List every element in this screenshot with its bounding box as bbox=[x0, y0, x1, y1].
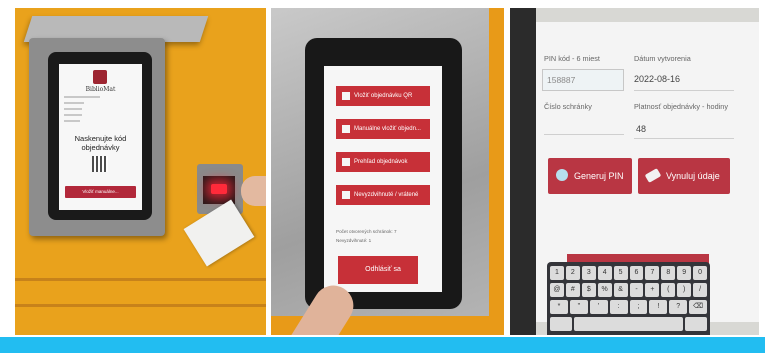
key[interactable]: 7 bbox=[645, 266, 660, 280]
generate-pin-button[interactable]: Generuj PIN bbox=[548, 158, 632, 194]
uncollected-note: Nevyzdvihnuté: 1 bbox=[336, 238, 372, 243]
key[interactable]: @ bbox=[550, 283, 564, 297]
key[interactable]: ; bbox=[629, 300, 648, 314]
order-overview-button[interactable]: Prehľad objednávok bbox=[336, 152, 430, 172]
caption-bar bbox=[0, 337, 765, 353]
fingerprint-icon bbox=[556, 169, 568, 181]
logout-button[interactable]: Odhlásiť sa bbox=[338, 256, 418, 284]
key[interactable]: - bbox=[629, 283, 644, 297]
kiosk-screen: BiblioMat Naskenujte kód objednávky Vlož… bbox=[59, 64, 142, 210]
key[interactable]: / bbox=[693, 283, 708, 297]
tablet-screen: Vložiť objednávku QR Manuálne vložiť obj… bbox=[324, 66, 442, 292]
tablet-edge bbox=[510, 8, 536, 335]
created-label: Dátum vytvorenia bbox=[634, 54, 691, 63]
locker-seam bbox=[15, 304, 266, 307]
qr-order-button[interactable]: Vložiť objednávku QR bbox=[336, 86, 430, 106]
photo-kiosk-scanner: BiblioMat Naskenujte kód objednávky Vlož… bbox=[15, 8, 266, 335]
key[interactable]: 2 bbox=[565, 266, 580, 280]
scanner-light bbox=[211, 184, 227, 194]
key[interactable]: 0 bbox=[693, 266, 708, 280]
order-slip bbox=[183, 199, 255, 267]
keyboard-row-punctuation: * " ' : ; ! ? ⌫ bbox=[550, 300, 707, 314]
created-value: 2022-08-16 bbox=[634, 74, 681, 84]
open-boxes-note: Počet otvorených schránok: 7 bbox=[336, 229, 397, 234]
reset-button[interactable]: Vynuluj údaje bbox=[638, 158, 730, 194]
box-number-label: Číslo schránky bbox=[544, 102, 592, 111]
key[interactable]: ! bbox=[649, 300, 668, 314]
field-underline bbox=[634, 138, 734, 139]
backspace-key[interactable]: ⌫ bbox=[689, 300, 707, 314]
info-lines bbox=[64, 96, 104, 126]
validity-label: Platnosť objednávky - hodiny bbox=[634, 102, 729, 111]
manual-entry-button[interactable]: Vložiť manuálne... bbox=[65, 186, 136, 198]
key[interactable]: $ bbox=[581, 283, 596, 297]
keyboard-row-symbols: @ # $ % & - + ( ) / bbox=[550, 283, 708, 297]
brand-name: BiblioMat bbox=[85, 86, 116, 93]
qr-code-icon bbox=[92, 156, 108, 172]
key[interactable] bbox=[550, 317, 572, 331]
key[interactable]: 8 bbox=[661, 266, 676, 280]
key[interactable]: 6 bbox=[629, 266, 644, 280]
key[interactable]: ? bbox=[669, 300, 688, 314]
pin-label: PIN kód - 6 miest bbox=[544, 54, 600, 63]
photo-kiosk-menu: Vložiť objednávku QR Manuálne vložiť obj… bbox=[271, 8, 504, 335]
manual-order-button[interactable]: Manuálne vložiť objedn... bbox=[336, 119, 430, 139]
pin-input[interactable]: 158887 bbox=[542, 69, 624, 91]
key[interactable]: 4 bbox=[597, 266, 612, 280]
key[interactable]: * bbox=[550, 300, 568, 314]
key[interactable] bbox=[685, 317, 707, 331]
locker-edge bbox=[489, 8, 504, 335]
field-underline bbox=[544, 134, 624, 135]
key[interactable]: ) bbox=[677, 283, 692, 297]
key[interactable]: " bbox=[569, 300, 588, 314]
on-screen-keyboard: 1 2 3 4 5 6 7 8 9 0 @ # $ % & - + ( ) / … bbox=[547, 262, 710, 335]
generate-pin-label: Generuj PIN bbox=[574, 171, 624, 181]
key[interactable]: 5 bbox=[613, 266, 628, 280]
key[interactable]: 1 bbox=[550, 266, 564, 280]
hand bbox=[241, 176, 266, 206]
keyboard-row-space bbox=[550, 317, 707, 331]
key[interactable]: 9 bbox=[677, 266, 692, 280]
key[interactable]: 3 bbox=[581, 266, 596, 280]
key[interactable]: # bbox=[565, 283, 580, 297]
key[interactable]: : bbox=[609, 300, 628, 314]
space-key[interactable] bbox=[573, 317, 684, 331]
key[interactable]: ( bbox=[661, 283, 676, 297]
bibliomat-logo bbox=[93, 70, 107, 84]
reset-label: Vynuluj údaje bbox=[666, 171, 720, 181]
key[interactable]: ' bbox=[589, 300, 608, 314]
key[interactable]: + bbox=[645, 283, 660, 297]
photo-kiosk-pin-form: PIN kód - 6 miest Dátum vytvorenia 15888… bbox=[510, 8, 759, 335]
key[interactable]: % bbox=[597, 283, 612, 297]
validity-value: 48 bbox=[636, 124, 647, 134]
keyboard-row-numbers: 1 2 3 4 5 6 7 8 9 0 bbox=[550, 266, 708, 280]
field-underline bbox=[634, 90, 734, 91]
uncollected-button[interactable]: Nevyzdvihnuté / vrátené bbox=[336, 185, 430, 205]
scan-prompt: Naskenujte kód objednávky bbox=[74, 134, 127, 152]
eraser-icon bbox=[644, 168, 662, 183]
locker-seam bbox=[15, 278, 266, 281]
key[interactable]: & bbox=[613, 283, 628, 297]
